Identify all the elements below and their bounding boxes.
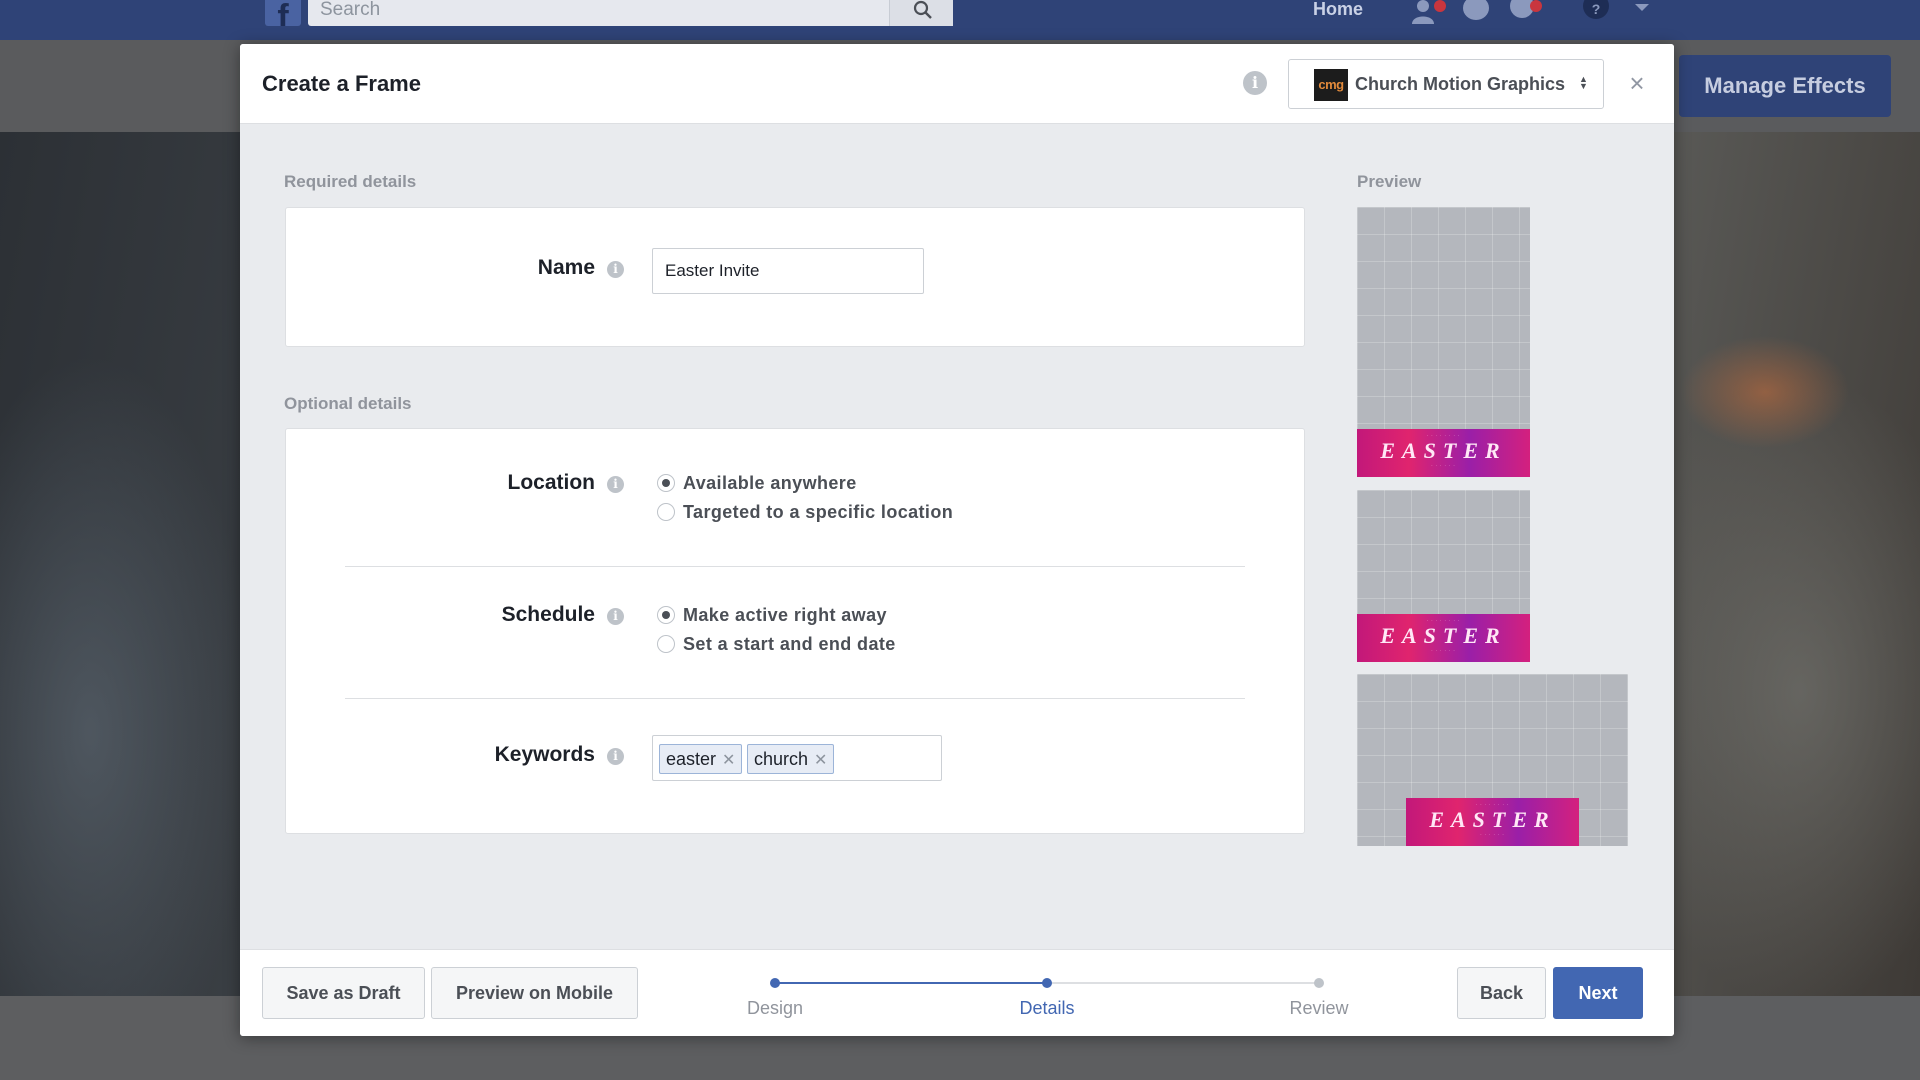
page-selector-dropdown[interactable]: cmg Church Motion Graphics ▲ ▼ [1288,59,1604,109]
messages-icon[interactable] [1462,0,1492,29]
location-info-icon[interactable]: i [607,476,624,493]
schedule-active-now-label: Make active right away [683,605,887,625]
schedule-date-range-radio[interactable] [657,635,675,653]
location-targeted-radio[interactable] [657,503,675,521]
step-review-label[interactable]: Review [1259,998,1379,1019]
notifications-icon[interactable] [1508,0,1542,29]
close-icon[interactable]: × [1622,68,1652,98]
next-button[interactable]: Next [1553,967,1643,1019]
name-input[interactable] [652,248,924,294]
keywords-info-icon[interactable]: i [607,748,624,765]
preview-landscape-frame: · · · · · · · · EASTER · · · · · · [1357,674,1628,846]
dialog-title: Create a Frame [262,71,421,96]
help-icon[interactable]: ? [1581,0,1611,29]
save-as-draft-button[interactable]: Save as Draft [262,967,425,1019]
name-label: Name [537,256,595,279]
divider [345,566,1245,567]
preview-portrait-frame: · · · · · · · · EASTER · · · · · · [1357,207,1530,477]
easter-frame-banner: · · · · · · · · EASTER · · · · · · [1357,429,1530,477]
dialog-header: Create a Frame i cmg Church Motion Graph… [240,44,1674,124]
search-button[interactable] [889,0,953,26]
search-bar[interactable]: Search [308,0,953,26]
location-anywhere-radio[interactable] [657,474,675,492]
easter-frame-banner: · · · · · · · · EASTER · · · · · · [1357,614,1530,662]
schedule-label: Schedule [501,603,595,626]
info-icon[interactable]: i [1243,71,1267,95]
manage-effects-button[interactable]: Manage Effects [1679,55,1891,117]
schedule-info-icon[interactable]: i [607,608,624,625]
account-menu-chevron-down-icon[interactable] [1634,2,1650,20]
schedule-date-range-label: Set a start and end date [683,634,896,654]
dropdown-arrows-icon: ▲ ▼ [1579,74,1588,91]
easter-frame-banner: · · · · · · · · EASTER · · · · · · [1406,798,1579,846]
step-review-dot[interactable] [1314,978,1324,988]
preview-on-mobile-button[interactable]: Preview on Mobile [431,967,638,1019]
remove-tag-close-icon[interactable]: ✕ [814,747,827,775]
location-anywhere-label: Available anywhere [683,473,857,493]
required-details-heading: Required details [284,172,417,191]
dialog-footer: Save as Draft Preview on Mobile Design D… [240,949,1674,1036]
stepper-track-complete [775,982,1047,984]
nav-home-link[interactable]: Home [1313,0,1363,18]
facebook-topbar: f Search Home ? [0,0,1920,40]
stepper-track-remaining [1047,982,1319,984]
svg-text:?: ? [1592,1,1601,17]
optional-details-heading: Optional details [284,394,412,413]
remove-tag-close-icon[interactable]: ✕ [722,747,735,775]
step-details-label[interactable]: Details [987,998,1107,1019]
friend-requests-icon[interactable] [1410,0,1446,29]
name-info-icon[interactable]: i [607,261,624,278]
preview-square-frame: · · · · · · · · EASTER · · · · · · [1357,490,1530,662]
divider [345,698,1245,699]
location-targeted-label: Targeted to a specific location [683,502,954,522]
preview-heading: Preview [1357,172,1422,191]
optional-details-card: Location i Available anywhere Targeted t… [285,428,1305,834]
search-icon [913,0,932,19]
schedule-active-now-radio[interactable] [657,606,675,624]
step-details-dot[interactable] [1042,978,1052,988]
facebook-logo-icon[interactable]: f [265,0,301,26]
keywords-label: Keywords [494,743,595,766]
keywords-input[interactable]: easter ✕ church ✕ [652,735,942,781]
location-label: Location [507,471,596,494]
keyword-tag: easter ✕ [659,744,743,775]
required-details-card: Name i [285,207,1305,347]
page-avatar-logo: cmg [1314,69,1348,101]
back-button[interactable]: Back [1457,967,1546,1019]
selected-page-label: Church Motion Graphics [1355,74,1566,94]
search-input[interactable]: Search [320,0,380,20]
step-design-dot[interactable] [770,978,780,988]
step-design-label[interactable]: Design [715,998,835,1019]
keyword-tag: church ✕ [747,744,835,775]
create-frame-dialog: Create a Frame i cmg Church Motion Graph… [240,44,1674,1036]
